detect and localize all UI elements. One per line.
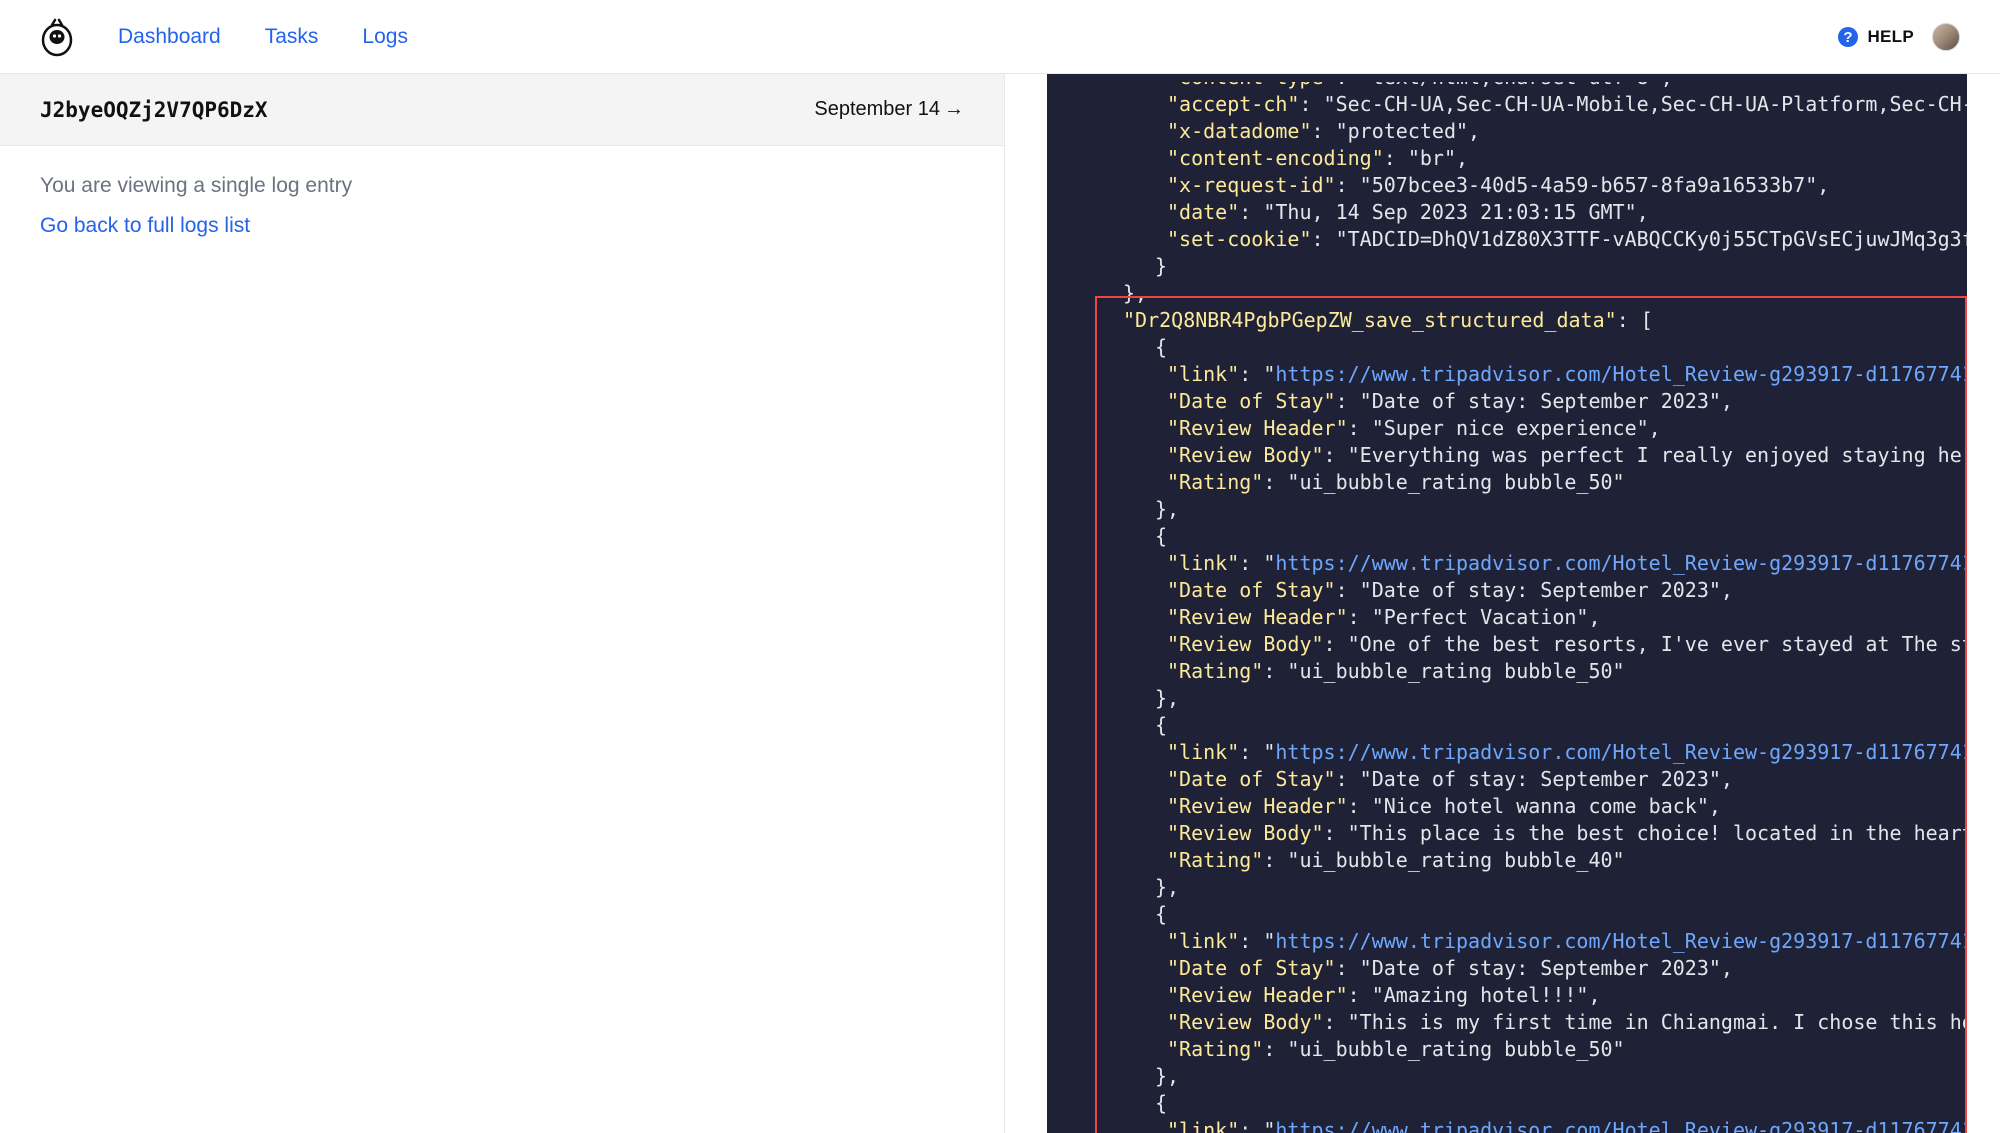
code-line: "link": "https://www.tripadvisor.com/Hot… — [1047, 928, 1967, 955]
code-line: }, — [1047, 874, 1967, 901]
code-line: { — [1047, 334, 1967, 361]
logo-icon[interactable] — [40, 17, 74, 57]
code-line: "set-cookie": "TADCID=DhQV1dZ80X3TTF-vAB… — [1047, 226, 1967, 253]
code-line: "link": "https://www.tripadvisor.com/Hot… — [1047, 361, 1967, 388]
entry-header: J2byeOQZj2V7QP6DzX September 14 → — [0, 74, 1004, 146]
code-line: "x-request-id": "507bcee3-40d5-4a59-b657… — [1047, 172, 1967, 199]
right-panel: "content-type": "text/html;charset=utf-8… — [1005, 74, 2000, 1133]
code-line: "Review Header": "Amazing hotel!!!", — [1047, 982, 1967, 1009]
code-line: "link": "https://www.tripadvisor.com/Hot… — [1047, 1117, 1967, 1133]
entry-id: J2byeOQZj2V7QP6DzX — [40, 98, 268, 122]
single-entry-msg: You are viewing a single log entry — [40, 174, 964, 198]
help-label: HELP — [1867, 27, 1914, 47]
code-line: "date": "Thu, 14 Sep 2023 21:03:15 GMT", — [1047, 199, 1967, 226]
code-line: "Date of Stay": "Date of stay: September… — [1047, 766, 1967, 793]
code-line: "link": "https://www.tripadvisor.com/Hot… — [1047, 739, 1967, 766]
entry-date-text: September 14 — [814, 98, 940, 121]
code-line: "Date of Stay": "Date of stay: September… — [1047, 388, 1967, 415]
back-to-logs-link[interactable]: Go back to full logs list — [40, 214, 964, 238]
code-line: "content-type": "text/html;charset=utf-8… — [1047, 82, 1967, 91]
nav-link-logs[interactable]: Logs — [362, 25, 408, 49]
help-icon: ? — [1837, 26, 1859, 48]
code-line: "Review Body": "This place is the best c… — [1047, 820, 1967, 847]
code-line: "Date of Stay": "Date of stay: September… — [1047, 577, 1967, 604]
code-line: "Rating": "ui_bubble_rating bubble_40" — [1047, 847, 1967, 874]
code-line: "link": "https://www.tripadvisor.com/Hot… — [1047, 550, 1967, 577]
help-link[interactable]: ? HELP — [1837, 26, 1914, 48]
nav-left: Dashboard Tasks Logs — [40, 17, 408, 57]
code-line: "Rating": "ui_bubble_rating bubble_50" — [1047, 469, 1967, 496]
code-line: "Review Header": "Perfect Vacation", — [1047, 604, 1967, 631]
entry-body: You are viewing a single log entry Go ba… — [0, 146, 1004, 266]
code-line: "Review Header": "Nice hotel wanna come … — [1047, 793, 1967, 820]
left-panel: J2byeOQZj2V7QP6DzX September 14 → You ar… — [0, 74, 1004, 1133]
entry-date-link[interactable]: September 14 → — [814, 98, 964, 121]
nav-links: Dashboard Tasks Logs — [118, 25, 408, 49]
avatar[interactable] — [1932, 23, 1960, 51]
body-area: J2byeOQZj2V7QP6DzX September 14 → You ar… — [0, 74, 2000, 1133]
code-line: }, — [1047, 280, 1967, 307]
code-line: "Dr2Q8NBR4PgbPGepZW_save_structured_data… — [1047, 307, 1967, 334]
nav-link-tasks[interactable]: Tasks — [265, 25, 319, 49]
code-line: "Rating": "ui_bubble_rating bubble_50" — [1047, 1036, 1967, 1063]
code-line: "Review Header": "Super nice experience"… — [1047, 415, 1967, 442]
code-line: "Review Body": "Everything was perfect I… — [1047, 442, 1967, 469]
code-line: { — [1047, 1090, 1967, 1117]
code-line: "content-encoding": "br", — [1047, 145, 1967, 172]
code-line: } — [1047, 253, 1967, 280]
code-line: "accept-ch": "Sec-CH-UA,Sec-CH-UA-Mobile… — [1047, 91, 1967, 118]
code-line: "Date of Stay": "Date of stay: September… — [1047, 955, 1967, 982]
code-line: "Review Body": "This is my first time in… — [1047, 1009, 1967, 1036]
code-line: "Review Body": "One of the best resorts,… — [1047, 631, 1967, 658]
code-line: { — [1047, 901, 1967, 928]
code-line: { — [1047, 523, 1967, 550]
code-line: }, — [1047, 496, 1967, 523]
arrow-right-icon: → — [944, 98, 964, 121]
nav-link-dashboard[interactable]: Dashboard — [118, 25, 221, 49]
code-line: "x-datadome": "protected", — [1047, 118, 1967, 145]
code-panel[interactable]: "content-type": "text/html;charset=utf-8… — [1047, 74, 1967, 1133]
code-line: "Rating": "ui_bubble_rating bubble_50" — [1047, 658, 1967, 685]
top-nav: Dashboard Tasks Logs ? HELP — [0, 0, 2000, 74]
code-inner: "content-type": "text/html;charset=utf-8… — [1047, 82, 1967, 1133]
svg-text:?: ? — [1844, 29, 1853, 46]
nav-right: ? HELP — [1837, 23, 1960, 51]
code-line: }, — [1047, 685, 1967, 712]
code-line: { — [1047, 712, 1967, 739]
code-line: }, — [1047, 1063, 1967, 1090]
